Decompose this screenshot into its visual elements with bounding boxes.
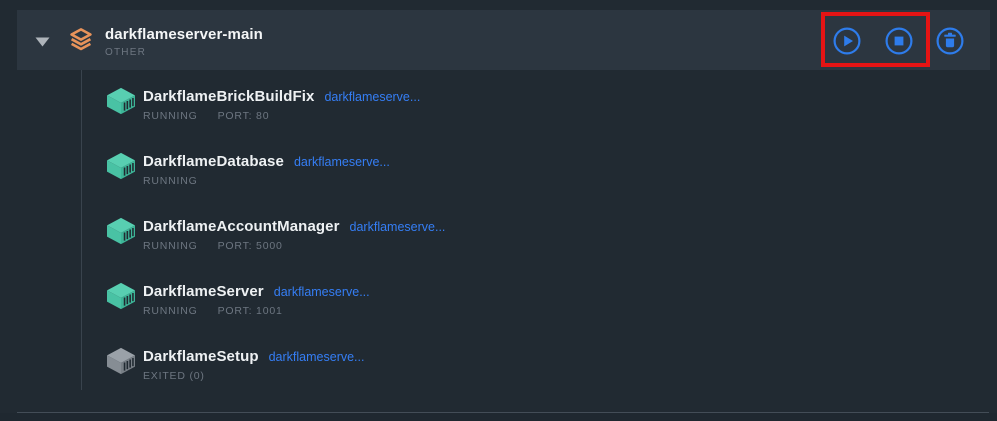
- stack-subtitle: OTHER: [105, 47, 263, 58]
- bottom-divider: [17, 412, 989, 413]
- container-status: RUNNING PORT: 1001: [143, 305, 283, 317]
- container-row[interactable]: DarkflameAccountManager darkflameserve..…: [105, 213, 997, 278]
- container-name: DarkflameBrickBuildFix: [143, 88, 314, 105]
- container-image-link[interactable]: darkflameserve...: [324, 90, 420, 104]
- trash-icon: [944, 33, 955, 47]
- container-name: DarkflameAccountManager: [143, 218, 340, 235]
- container-state-label: EXITED (0): [143, 370, 205, 382]
- container-row[interactable]: DarkflameSetup darkflameserve... EXITED …: [105, 343, 997, 408]
- container-state-label: RUNNING: [143, 305, 198, 317]
- container-row[interactable]: DarkflameBrickBuildFix darkflameserve...…: [105, 83, 997, 148]
- container-rows: DarkflameBrickBuildFix darkflameserve...…: [105, 83, 997, 408]
- container-box-icon: [105, 217, 137, 245]
- container-list-panel: darkflameserver-main OTHER: [0, 0, 997, 421]
- start-button[interactable]: [833, 27, 861, 55]
- container-state-label: RUNNING: [143, 110, 198, 122]
- stop-button[interactable]: [885, 27, 913, 55]
- stop-icon: [895, 37, 904, 46]
- container-name: DarkflameServer: [143, 283, 264, 300]
- play-icon: [844, 36, 853, 47]
- container-image-link[interactable]: darkflameserve...: [350, 220, 446, 234]
- container-image-link[interactable]: darkflameserve...: [269, 350, 365, 364]
- container-box-icon: [105, 282, 137, 310]
- container-box-icon: [105, 87, 137, 115]
- container-image-link[interactable]: darkflameserve...: [274, 285, 370, 299]
- container-port-label: PORT: 80: [218, 110, 270, 122]
- container-name: DarkflameSetup: [143, 348, 259, 365]
- container-box-icon: [105, 152, 137, 180]
- container-port-label: PORT: 1001: [218, 305, 283, 317]
- container-status: RUNNING: [143, 175, 218, 187]
- tree-connector-line: [81, 70, 82, 390]
- bottom-strip: [0, 413, 997, 421]
- stack-layers-icon: [70, 28, 92, 52]
- chevron-down-icon[interactable]: [35, 37, 50, 47]
- container-row[interactable]: DarkflameServer darkflameserve... RUNNIN…: [105, 278, 997, 343]
- delete-button[interactable]: [936, 27, 964, 55]
- container-row[interactable]: DarkflameDatabase darkflameserve... RUNN…: [105, 148, 997, 213]
- container-status: EXITED (0): [143, 370, 225, 382]
- container-box-icon: [105, 347, 137, 375]
- container-status: RUNNING PORT: 5000: [143, 240, 283, 252]
- container-port-label: PORT: 5000: [218, 240, 283, 252]
- stack-header[interactable]: darkflameserver-main OTHER: [17, 10, 990, 70]
- container-state-label: RUNNING: [143, 240, 198, 252]
- container-image-link[interactable]: darkflameserve...: [294, 155, 390, 169]
- stack-title: darkflameserver-main: [105, 26, 263, 43]
- container-state-label: RUNNING: [143, 175, 198, 187]
- container-status: RUNNING PORT: 80: [143, 110, 269, 122]
- container-name: DarkflameDatabase: [143, 153, 284, 170]
